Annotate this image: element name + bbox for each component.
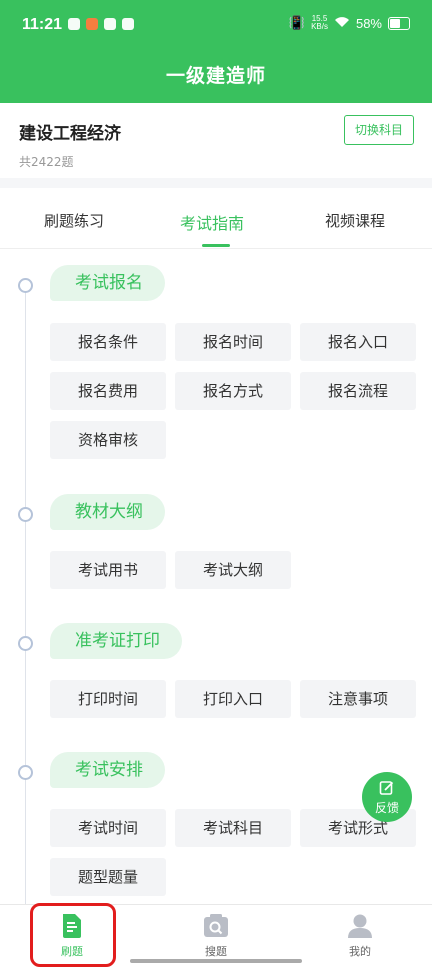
tab-bar: 刷题练习 考试指南 视频课程	[0, 188, 432, 249]
switch-subject-button[interactable]: 切换科目	[344, 115, 414, 145]
notification-icon	[68, 18, 80, 30]
active-tab-indicator	[202, 244, 230, 247]
wifi-icon	[334, 16, 350, 31]
notification-icon	[104, 18, 116, 30]
page-title: 一级建造师	[165, 65, 266, 87]
tab-practice[interactable]: 刷题练习	[44, 210, 104, 231]
notification-icons	[68, 18, 134, 30]
system-icons: 📳 15.5 KB/s 58%	[289, 15, 410, 31]
feedback-label: 反馈	[374, 801, 399, 815]
guide-item[interactable]: 报名流程	[300, 372, 416, 410]
guide-item[interactable]: 报名入口	[300, 323, 416, 361]
guide-item[interactable]: 考试时间	[50, 809, 166, 847]
timeline-dot	[18, 636, 33, 651]
section-title: 教材大纲	[50, 494, 165, 530]
guide-item[interactable]: 报名时间	[175, 323, 291, 361]
subject-name: 建设工程经济	[19, 124, 121, 144]
tab-exam-guide[interactable]: 考试指南	[180, 210, 244, 234]
guide-item[interactable]: 报名费用	[50, 372, 166, 410]
subject-card: 建设工程经济 共2422题 切换科目	[0, 103, 432, 178]
notification-icon	[86, 18, 98, 30]
nav-label: 我的	[349, 945, 371, 958]
guide-item[interactable]: 题型题量	[50, 858, 166, 896]
tab-video-course[interactable]: 视频课程	[325, 210, 385, 231]
guide-item[interactable]: 打印入口	[175, 680, 291, 718]
guide-item[interactable]: 打印时间	[50, 680, 166, 718]
section-divider	[0, 178, 432, 188]
question-count: 共2422题	[19, 155, 74, 169]
guide-item[interactable]: 考试用书	[50, 551, 166, 589]
status-time: 11:21	[22, 16, 63, 33]
guide-item[interactable]: 注意事项	[300, 680, 416, 718]
feedback-button[interactable]: 反馈	[362, 772, 412, 822]
net-speed-unit: KB/s	[311, 22, 328, 31]
search-camera-icon	[204, 914, 228, 937]
home-indicator[interactable]	[130, 959, 302, 963]
guide-item[interactable]: 报名方式	[175, 372, 291, 410]
timeline-line	[25, 285, 26, 904]
highlight-annotation	[30, 903, 116, 967]
timeline-dot	[18, 507, 33, 522]
net-speed: 15.5 KB/s	[311, 15, 328, 31]
battery-percent: 58%	[355, 15, 382, 31]
user-icon	[348, 914, 372, 938]
guide-item[interactable]: 报名条件	[50, 323, 166, 361]
section-title: 考试报名	[50, 265, 165, 301]
timeline-dot	[18, 765, 33, 780]
section-title: 准考证打印	[50, 623, 182, 659]
timeline-dot	[18, 278, 33, 293]
status-bar: 11:21 📳 15.5 KB/s 58%	[0, 0, 432, 50]
section-title: 考试安排	[50, 752, 165, 788]
guide-item[interactable]: 资格审核	[50, 421, 166, 459]
nav-label: 搜题	[205, 945, 227, 958]
edit-icon	[379, 781, 394, 795]
nav-search-questions[interactable]: 搜题	[176, 913, 256, 959]
notification-icon	[122, 18, 134, 30]
battery-icon	[388, 16, 410, 30]
vibrate-icon: 📳	[288, 15, 306, 30]
app-header: 11:21 📳 15.5 KB/s 58% 一级建造师	[0, 0, 432, 103]
guide-item[interactable]: 考试大纲	[175, 551, 291, 589]
guide-item[interactable]: 考试科目	[175, 809, 291, 847]
nav-mine[interactable]: 我的	[320, 913, 400, 959]
